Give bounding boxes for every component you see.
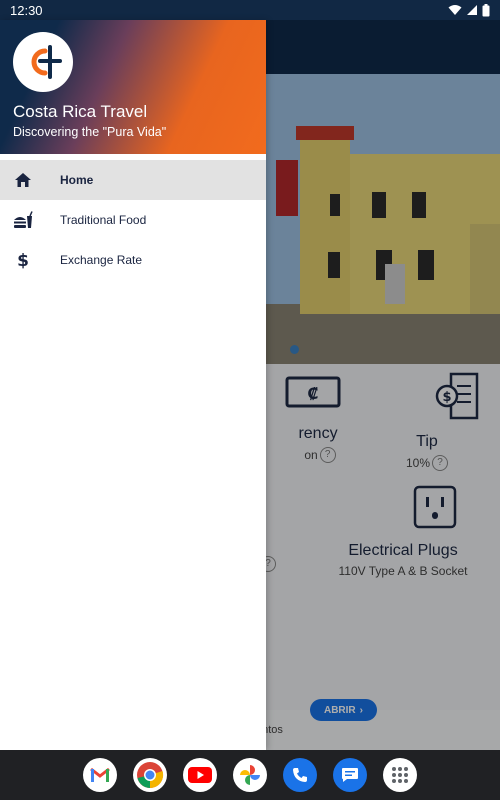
status-time: 12:30 bbox=[10, 2, 43, 18]
menu-item-exchange-rate[interactable]: $ Exchange Rate bbox=[0, 240, 266, 280]
fastfood-icon bbox=[12, 209, 34, 231]
menu-item-label: Exchange Rate bbox=[60, 253, 143, 267]
drawer-menu: Home Traditional Food $ Exchange Rate bbox=[0, 160, 266, 280]
system-dock bbox=[0, 750, 500, 800]
menu-item-label: Home bbox=[60, 173, 94, 187]
home-icon bbox=[12, 169, 34, 191]
drawer-title: Costa Rica Travel bbox=[13, 102, 148, 121]
navigation-drawer: Costa Rica Travel Discovering the "Pura … bbox=[0, 20, 266, 750]
app-logo bbox=[13, 32, 73, 92]
costa-rica-logo-icon bbox=[31, 45, 62, 79]
chrome-icon[interactable] bbox=[133, 758, 167, 792]
menu-item-home[interactable]: Home bbox=[0, 160, 266, 200]
dollar-icon: $ bbox=[12, 249, 34, 271]
wifi-icon bbox=[448, 5, 462, 15]
photos-icon[interactable] bbox=[233, 758, 267, 792]
menu-item-label: Traditional Food bbox=[60, 213, 147, 227]
drawer-header: Costa Rica Travel Discovering the "Pura … bbox=[0, 20, 266, 154]
youtube-icon[interactable] bbox=[183, 758, 217, 792]
status-bar: 12:30 bbox=[0, 0, 500, 20]
gmail-icon[interactable] bbox=[83, 758, 117, 792]
phone-icon[interactable] bbox=[283, 758, 317, 792]
battery-icon bbox=[482, 3, 490, 16]
app-drawer-icon[interactable] bbox=[383, 758, 417, 792]
menu-item-traditional-food[interactable]: Traditional Food bbox=[0, 200, 266, 240]
status-icons bbox=[448, 3, 490, 17]
signal-icon bbox=[467, 5, 477, 15]
svg-text:$: $ bbox=[17, 251, 29, 270]
drawer-subtitle: Discovering the "Pura Vida" bbox=[13, 125, 167, 139]
messages-icon[interactable] bbox=[333, 758, 367, 792]
